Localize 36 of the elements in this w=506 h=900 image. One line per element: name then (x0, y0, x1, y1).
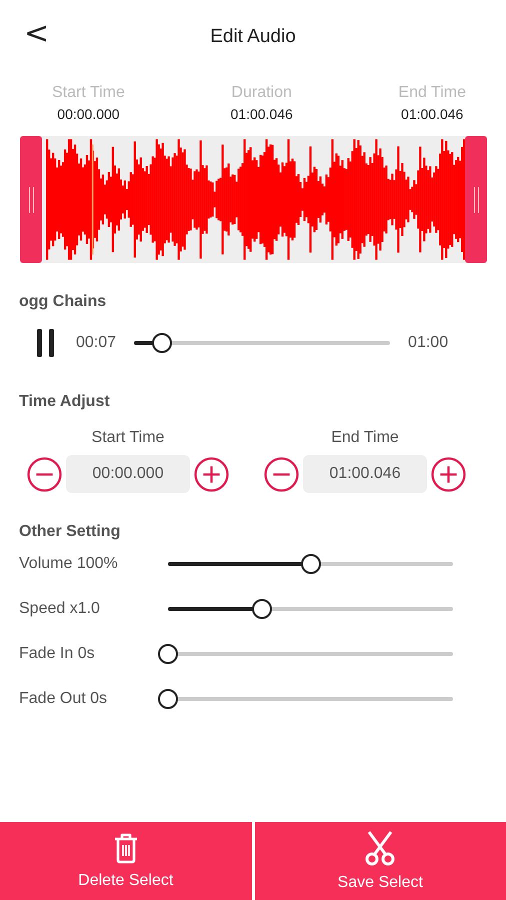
summary-value: 00:00.000 (57, 106, 120, 122)
slider-thumb[interactable] (252, 598, 272, 618)
summary-value: 01:00.046 (230, 106, 293, 122)
back-button[interactable]: < (20, 16, 54, 51)
section-title: Other Setting (19, 523, 120, 541)
summary-value: 01:00.046 (401, 106, 464, 122)
section-title: Time Adjust (19, 393, 110, 411)
scissors-icon (363, 830, 398, 866)
summary-label: End Time (398, 84, 466, 102)
save-button[interactable]: Save Select (254, 822, 506, 900)
setting-label: Volume 100% (19, 554, 119, 572)
time-field[interactable]: 01:00.046 (303, 455, 427, 493)
seek-thumb[interactable] (152, 333, 172, 353)
plus-button[interactable] (194, 456, 229, 492)
slider-thumb[interactable] (300, 554, 320, 574)
time-label: End Time (331, 429, 399, 447)
minus-button[interactable] (264, 456, 299, 492)
time-label: Start Time (92, 429, 164, 447)
track-name: ogg Chains (19, 293, 106, 311)
page-title: Edit Audio (210, 26, 296, 48)
setting-label: Speed x1.0 (19, 600, 101, 618)
delete-button[interactable]: Delete Select (0, 822, 252, 900)
slider-thumb[interactable] (158, 688, 178, 708)
slider-thumb[interactable] (158, 644, 178, 664)
total-time: 01:00 (408, 334, 448, 352)
setting-label: Fade Out 0s (19, 690, 108, 708)
pause-button[interactable] (36, 328, 56, 358)
summary-label: Duration (231, 84, 292, 102)
time-field[interactable]: 00:00.000 (66, 455, 190, 493)
plus-button[interactable] (431, 456, 466, 492)
start-handle[interactable] (20, 136, 42, 263)
summary-label: Start Time (52, 84, 125, 102)
setting-label: Fade In 0s (19, 644, 96, 662)
minus-button[interactable] (27, 456, 62, 492)
current-time: 00:07 (76, 334, 116, 352)
end-handle[interactable] (465, 136, 487, 263)
